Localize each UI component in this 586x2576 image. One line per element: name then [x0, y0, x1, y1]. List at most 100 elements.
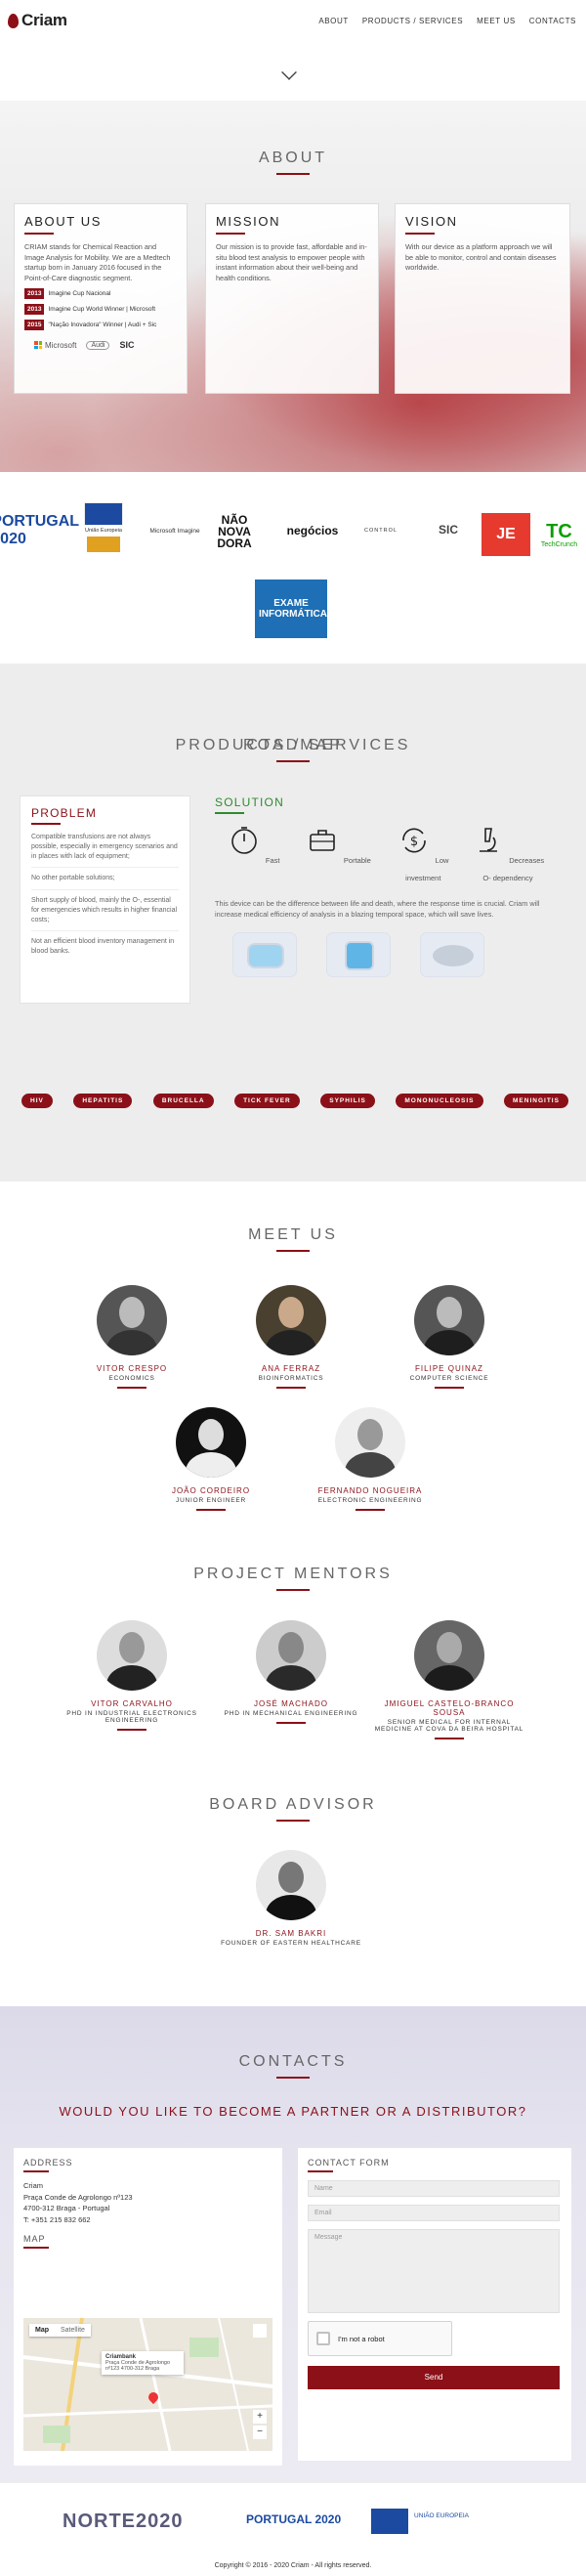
contacts-section: CONTACTS WOULD YOU LIKE TO BECOME A PART… [0, 2006, 586, 2482]
address-line: 4700-312 Braga - Portugal [23, 2204, 110, 2213]
mission-card: MISSION Our mission is to provide fast, … [205, 203, 379, 394]
menu-item-products[interactable]: PRODUCTS / SERVICES [362, 17, 463, 25]
je-logo: JE [481, 513, 530, 556]
page: Criam ABOUT PRODUCTS / SERVICES MEET US … [0, 0, 586, 2576]
nao-nova-dora-logo: NÃO NOVA DORA [217, 513, 252, 550]
roadmap-pill: HEPATITIS [73, 1094, 133, 1108]
device-gallery [215, 931, 547, 977]
email-field[interactable]: Email [308, 2205, 560, 2221]
svg-text:$: $ [410, 835, 418, 849]
map-type-toggle: Map Satellite [29, 2324, 91, 2337]
send-button[interactable]: Send [308, 2366, 560, 2389]
problem-item: No other portable solutions; [31, 874, 179, 890]
avatar [256, 1285, 326, 1355]
address-line: T: +351 215 832 662 [23, 2214, 91, 2224]
mentor: JMIGUEL CASTELO-BRANCO SOUSA SENIOR MEDI… [371, 1620, 527, 1739]
funding-logos: NORTE2020 PORTUGAL 2020 UNIÃO EUROPEIA [0, 2482, 586, 2560]
map-tab[interactable]: Map [29, 2324, 55, 2337]
roadmap-title: ROADMAP [0, 737, 586, 762]
contacts-title: CONTACTS [0, 2053, 586, 2079]
roadmap-pill: MENINGITIS [504, 1094, 568, 1108]
avatar [176, 1407, 246, 1478]
sic-logo: SIC [119, 340, 135, 351]
partner-headline: WOULD YOU LIKE TO BECOME A PARTNER OR A … [59, 2104, 527, 2119]
norte2020-logo: NORTE2020 [63, 2511, 184, 2532]
about-us-heading: ABOUT US [24, 214, 103, 229]
main-menu: ABOUT PRODUCTS / SERVICES MEET US CONTAC… [318, 17, 576, 25]
award-row: 2013 Imagine Cup Nacional [24, 288, 177, 300]
address-line: Praça Conde de Agrolongo nº123 [23, 2192, 133, 2202]
avatar [256, 1620, 326, 1691]
message-field[interactable]: Message [308, 2229, 560, 2313]
team-member: FERNANDO NOGUEIRA ELECTRONIC ENGINEERING [292, 1407, 448, 1511]
brand-name: Criam [21, 11, 67, 29]
contact-form-heading: CONTACT FORM [308, 2158, 390, 2168]
solution-block: SOLUTION Fast Portable $ Low investment [215, 795, 547, 1010]
timer-icon [231, 827, 258, 854]
vision-heading: VISION [405, 214, 458, 229]
about-title: ABOUT [0, 150, 586, 175]
vision-card: VISION With our device as a platform app… [395, 203, 570, 394]
feature-list: Fast Portable $ Low investment Decreases… [215, 824, 547, 885]
microsoft-logo: Microsoft [34, 341, 76, 350]
brand-logo[interactable]: Criam [8, 11, 67, 30]
avatar [97, 1620, 167, 1691]
portugal2020-logo: PORTUGAL 2020 [246, 2512, 342, 2526]
menu-item-contacts[interactable]: CONTACTS [529, 17, 576, 25]
device-image[interactable] [420, 931, 484, 977]
award-row: 2015 "Nação Inovadora" Winner | Audi + S… [24, 320, 177, 331]
blood-drop-icon [8, 13, 19, 28]
feature-low-investment: $ Low investment [384, 824, 462, 885]
roadmap-pills: HIV HEPATITIS BRUCELLA TICK FEVER SYPHIL… [21, 1094, 568, 1108]
mission-text: Our mission is to provide fast, affordab… [216, 242, 367, 282]
scroll-down-chevron-icon[interactable] [281, 64, 297, 80]
meet-us-title: MEET US [0, 1226, 586, 1252]
fullscreen-button[interactable] [253, 2324, 267, 2338]
products-section: PRODUCTS / SERVICES PROBLEM Compatible t… [0, 664, 586, 1181]
problem-item: Compatible transfusions are not always p… [31, 833, 179, 869]
feature-decreases-o-dependency: Decreases O- dependency [469, 824, 547, 885]
address-heading: ADDRESS [23, 2158, 73, 2168]
press-logos-strip: PORTUGAL 2020 União Europeia Microsoft I… [0, 472, 586, 664]
map-popup: Criambank Praça Conde de Agrolongo nº123… [102, 2351, 184, 2375]
about-us-card: ABOUT US CRIAM stands for Chemical React… [14, 203, 188, 394]
satellite-tab[interactable]: Satellite [55, 2324, 91, 2337]
team-member: JOÃO CORDEIRO JUNIOR ENGINEER [133, 1407, 289, 1511]
problem-item: Not an efficient blood inventory managem… [31, 937, 175, 956]
roadmap-pill: MONONUCLEOSIS [396, 1094, 483, 1108]
vision-text: With our device as a platform approach w… [405, 242, 557, 273]
about-section: ABOUT ABOUT US CRIAM stands for Chemical… [0, 101, 586, 472]
recaptcha-checkbox[interactable] [316, 2332, 330, 2345]
dollar-cycle-icon: $ [402, 828, 427, 853]
eu-flag-icon [371, 2509, 408, 2534]
feature-fast: Fast [215, 824, 293, 885]
audi-logo: Audi [86, 340, 110, 350]
menu-item-meet-us[interactable]: MEET US [477, 17, 516, 25]
avatar [335, 1407, 405, 1478]
menu-item-about[interactable]: ABOUT [318, 17, 349, 25]
team-member: VITOR CRESPO ECONOMICS [54, 1285, 210, 1389]
name-field[interactable]: Name [308, 2180, 560, 2197]
device-image[interactable] [232, 931, 297, 977]
advisor-title: BOARD ADVISOR [0, 1796, 586, 1822]
feature-portable: Portable [300, 824, 378, 885]
avatar [414, 1620, 484, 1691]
recaptcha-label: I'm not a robot [338, 2334, 385, 2343]
google-map[interactable]: Map Satellite Criambank Praça Conde de A… [23, 2318, 272, 2451]
roadmap-pill: HIV [21, 1094, 53, 1108]
top-nav: Criam ABOUT PRODUCTS / SERVICES MEET US … [0, 0, 586, 41]
avatar [97, 1285, 167, 1355]
portugal-2020-logo: PORTUGAL 2020 [0, 513, 79, 547]
problem-heading: PROBLEM [31, 806, 98, 820]
map-roads [23, 2318, 272, 2451]
team-member: ANA FERRAZ BIOINFORMATICS [213, 1285, 369, 1389]
microscope-icon [479, 828, 497, 852]
recaptcha-widget: I'm not a robot [308, 2321, 452, 2356]
zoom-out-button[interactable]: − [253, 2426, 267, 2439]
device-image[interactable] [326, 931, 391, 977]
negocios-logo: negócios [286, 524, 339, 537]
contact-form: CONTACT FORM Name Email Message I'm not … [298, 2148, 571, 2461]
award-row: 2013 Imagine Cup World Winner | Microsof… [24, 304, 177, 316]
control-logo: CONTROL [364, 528, 398, 534]
zoom-in-button[interactable]: + [253, 2410, 267, 2424]
